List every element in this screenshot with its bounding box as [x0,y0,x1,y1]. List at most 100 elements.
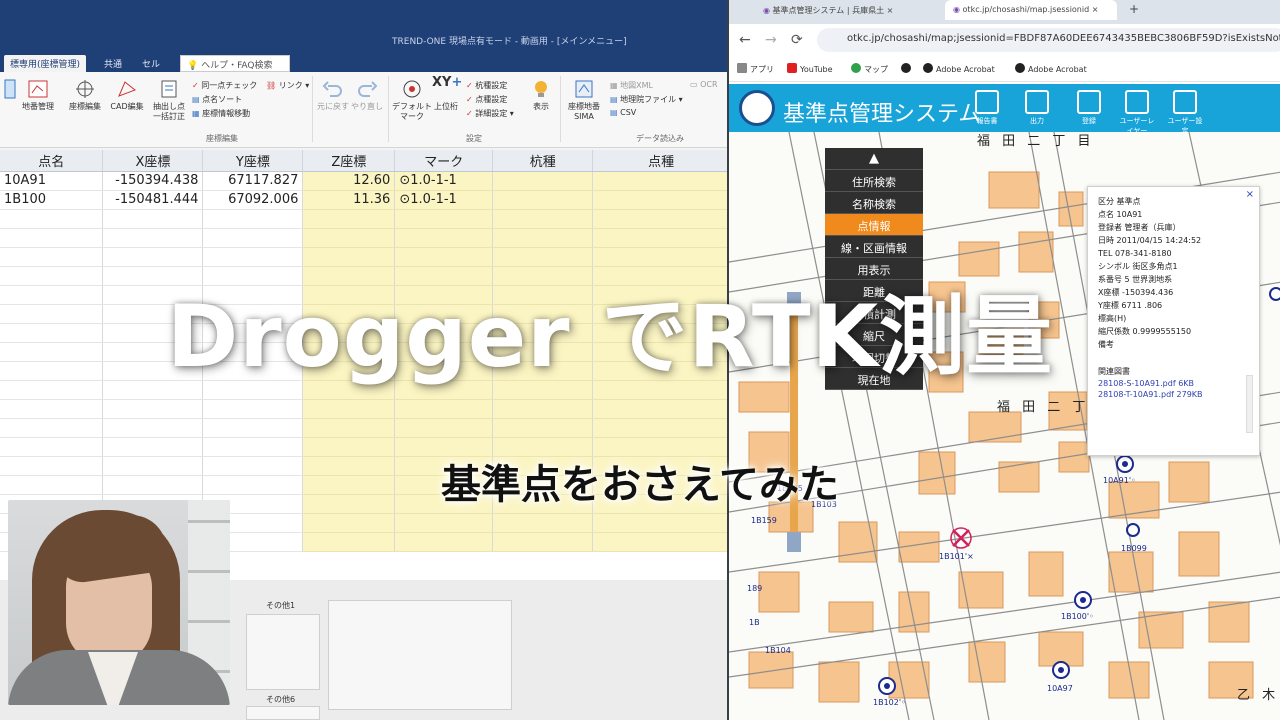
browser-tab-system[interactable]: ◉ 基準点管理システム | 兵庫県土 × [755,0,943,20]
cell-name[interactable] [0,247,104,267]
cell-point-type[interactable] [592,494,730,514]
table-row[interactable] [0,342,730,362]
menu-address-search[interactable]: 住所検索 [825,170,923,192]
bookmark-apps[interactable]: アプリ [737,63,774,75]
bookmark-generic[interactable] [901,63,914,74]
cell-y[interactable] [202,437,304,457]
table-row[interactable] [0,285,730,305]
forward-arrow-icon[interactable]: → [765,32,777,48]
col-header-point-type[interactable]: 点種 [592,150,730,172]
menu-distance[interactable]: 距離 [825,280,923,302]
new-tab-button[interactable]: + [1121,0,1141,20]
table-row[interactable] [0,323,730,343]
cell-mark[interactable]: ⊙1.0-1-1 [394,190,494,210]
table-row[interactable]: 10A91 -150394.438 67117.827 12.60 ⊙1.0-1… [0,171,730,191]
point-sort-item[interactable]: ▤ 点名ソート [192,94,242,105]
help-search-box[interactable]: 💡 ヘルプ・FAQ検索 [180,55,290,72]
cell-point-type[interactable] [592,380,730,400]
cell-pile-type[interactable] [492,342,594,362]
zoom-slider[interactable] [781,292,807,552]
map-point-label[interactable]: 1B [749,618,760,627]
cell-pile-type[interactable] [492,437,594,457]
back-arrow-icon[interactable]: ← [739,32,751,48]
cell-pile-type[interactable] [492,285,594,305]
cell-x[interactable] [102,399,204,419]
cell-mark[interactable] [394,285,494,305]
other-1-box[interactable] [246,614,320,690]
coordinate-move-item[interactable]: ▦ 座標情報移動 [192,108,250,119]
cell-z[interactable] [302,361,396,381]
cell-pile-type[interactable] [492,209,594,229]
cell-y[interactable] [202,228,304,248]
cell-z[interactable] [302,399,396,419]
cell-z[interactable] [302,228,396,248]
cell-x[interactable] [102,228,204,248]
cell-point-type[interactable] [592,437,730,457]
map-point-label[interactable]: 1B105 [777,484,803,493]
cell-mark[interactable] [394,342,494,362]
report-button[interactable]: 報告書 [967,90,1007,126]
map-point-label[interactable]: 1B100'◦ [1061,612,1094,621]
cell-pile-type[interactable] [492,513,594,533]
cell-pile-type[interactable] [492,399,594,419]
bookmark-youtube[interactable]: YouTube [787,63,833,74]
map-point-label[interactable]: 10A91'◦ [1103,476,1136,485]
cell-pile-type[interactable] [492,380,594,400]
cell-mark[interactable] [394,437,494,457]
cell-name[interactable] [0,304,104,324]
cell-point-type[interactable] [592,361,730,381]
cell-point-type[interactable] [592,228,730,248]
menu-current-location[interactable]: 現在地 [825,368,923,390]
cell-pile-type[interactable] [492,266,594,286]
redo-button[interactable]: やり直し [350,78,384,112]
url-bar[interactable]: otkc.jp/chosashi/map;jsessionid=FBDF87A6… [817,28,1280,52]
cell-mark[interactable] [394,247,494,267]
pile-type-setting[interactable]: ✓ 杭種設定 [466,80,507,91]
popup-file-link[interactable]: 28108-S-10A91.pdf 6KB [1098,378,1251,389]
map-point-label[interactable]: 1B103 [811,500,837,509]
table-row[interactable] [0,399,730,419]
cell-y[interactable] [202,456,304,476]
output-button[interactable]: 出力 [1017,90,1057,126]
menu-scale[interactable]: 縮尺 [825,324,923,346]
table-row[interactable] [0,437,730,457]
cell-y[interactable] [202,247,304,267]
cell-x[interactable] [102,361,204,381]
cell-z[interactable] [302,475,396,495]
cell-mark[interactable]: ⊙1.0-1-1 [394,171,494,191]
popup-file-link[interactable]: 28108-T-10A91.pdf 279KB [1098,389,1251,400]
cell-name[interactable] [0,361,104,381]
cell-pile-type[interactable] [492,532,594,552]
cell-name[interactable] [0,228,104,248]
cell-point-type[interactable] [592,266,730,286]
cell-z[interactable] [302,418,396,438]
cell-z[interactable] [302,209,396,229]
cell-x[interactable] [102,285,204,305]
cell-pile-type[interactable] [492,171,594,191]
cell-mark[interactable] [394,361,494,381]
cell-name[interactable] [0,323,104,343]
bookmark-acrobat-2[interactable]: Adobe Acrobat [1015,63,1087,74]
cell-x[interactable] [102,209,204,229]
cell-point-type[interactable] [592,190,730,210]
cell-x[interactable]: -150394.438 [102,171,204,191]
cell-point-type[interactable] [592,247,730,267]
detail-setting[interactable]: ✓ 詳細設定 ▾ [466,108,514,119]
map-point-label[interactable]: 1B102'◦ [873,698,906,707]
cell-x[interactable] [102,304,204,324]
cell-name[interactable] [0,285,104,305]
cell-name[interactable] [0,475,104,495]
col-header-x[interactable]: X座標 [102,150,204,172]
menu-point-info[interactable]: 点情報 [825,214,923,236]
other-6-box[interactable] [246,706,320,720]
cell-x[interactable] [102,456,204,476]
cell-mark[interactable] [394,380,494,400]
cell-mark[interactable] [394,209,494,229]
map-point-label[interactable]: 1B101'× [939,552,974,561]
upper-digit-button[interactable]: XY+ 上位桁 [432,76,462,112]
cell-name[interactable] [0,437,104,457]
table-row[interactable]: 1B100 -150481.444 67092.006 11.36 ⊙1.0-1… [0,190,730,210]
cell-y[interactable] [202,266,304,286]
cell-y[interactable] [202,380,304,400]
cell-pile-type[interactable] [492,418,594,438]
